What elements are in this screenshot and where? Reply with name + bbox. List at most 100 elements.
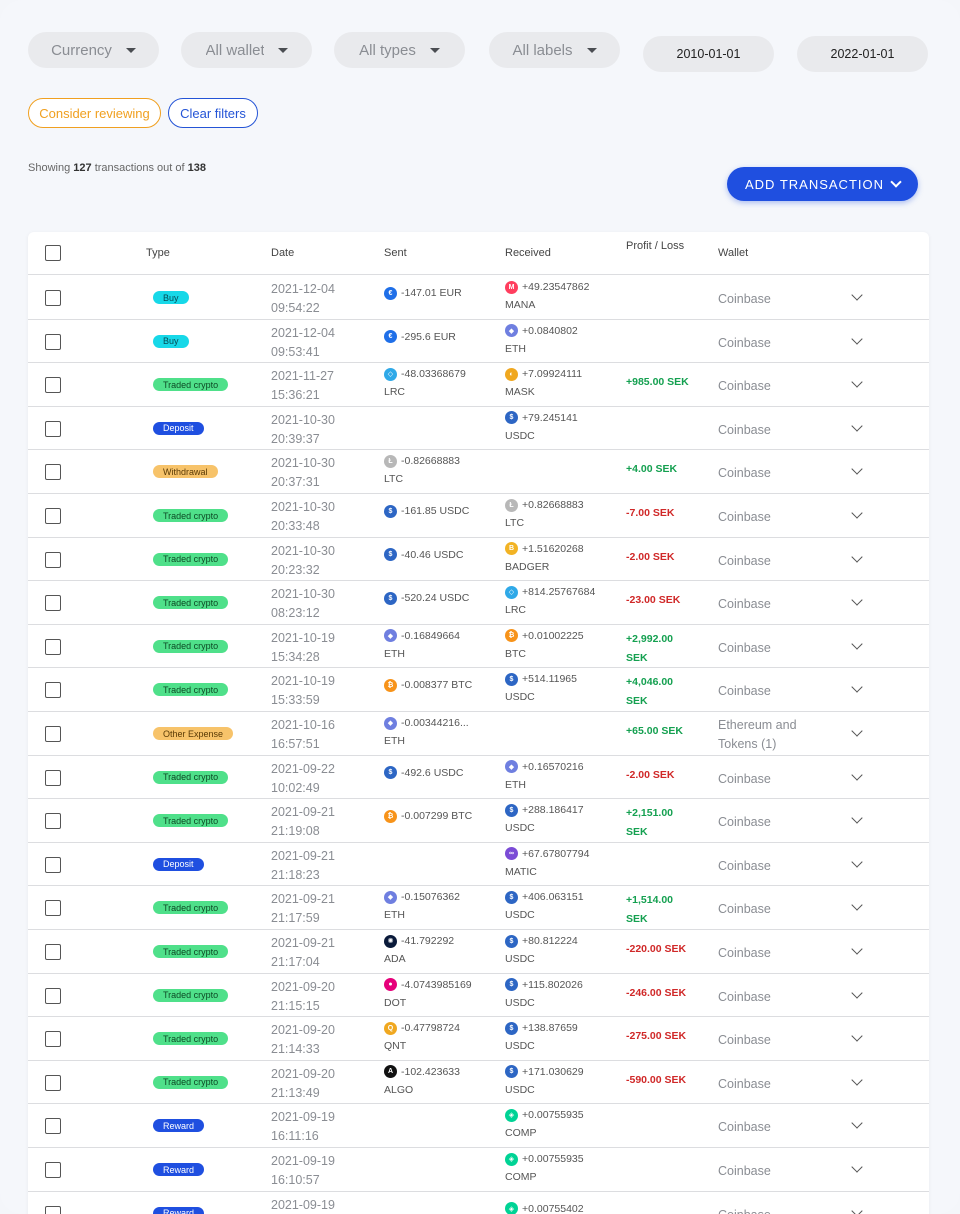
table-row[interactable]: Traded crypto 2021-10-30 08:23:12 $ -520.24 … (28, 581, 929, 625)
row-checkbox[interactable] (45, 856, 61, 873)
row-checkbox[interactable] (45, 595, 61, 612)
date-value: 2021-09-21 (271, 936, 335, 950)
expand-row-chevron-icon[interactable] (851, 768, 863, 781)
column-profit-loss[interactable]: Profit / Loss (626, 240, 684, 252)
showing-total: 138 (187, 162, 206, 174)
table-row[interactable]: Traded crypto 2021-09-21 21:17:04 ✺ -41.7922… (28, 930, 929, 974)
table-row[interactable]: Deposit 2021-10-30 20:39:37 $ +79.245141 USDC… (28, 407, 929, 451)
received-symbol: USDC (505, 1040, 535, 1053)
table-row[interactable]: Buy 2021-12-04 09:53:41 € -295.6 EUR ◆ +0.0840… (28, 320, 929, 364)
row-checkbox[interactable] (45, 1162, 61, 1178)
expand-row-chevron-icon[interactable] (851, 986, 863, 999)
row-checkbox[interactable] (45, 508, 61, 524)
table-row[interactable]: Other Expense 2021-10-16 16:57:51 ◆ -0.00344… (28, 712, 929, 756)
expand-row-chevron-icon[interactable] (851, 332, 863, 345)
expand-row-chevron-icon[interactable] (851, 856, 863, 868)
expand-row-chevron-icon[interactable] (851, 1074, 863, 1086)
profit-loss-unit: SEK (626, 651, 648, 664)
type-filter[interactable]: All types (334, 32, 465, 68)
received-symbol: COMP (505, 1171, 537, 1183)
table-row[interactable]: Traded crypto 2021-09-20 21:15:15 ● -4.07439… (28, 974, 929, 1018)
eth-icon: ◆ (505, 324, 518, 338)
expand-row-chevron-icon[interactable] (851, 594, 863, 606)
type-badge: Traded crypto (153, 509, 229, 522)
expand-row-chevron-icon[interactable] (851, 376, 863, 388)
date-from-field[interactable]: 2010-01-01 (643, 36, 774, 72)
column-date[interactable]: Date (271, 247, 294, 259)
date-value: 2021-09-21 (271, 805, 335, 820)
add-transaction-button[interactable]: ADD TRANSACTION (727, 167, 918, 201)
table-row[interactable]: Traded crypto 2021-11-27 15:36:21 ◇ -48.0336… (28, 363, 929, 407)
row-checkbox[interactable] (45, 1031, 61, 1048)
expand-row-chevron-icon[interactable] (851, 1117, 863, 1130)
expand-row-chevron-icon[interactable] (851, 812, 863, 824)
table-row[interactable]: Traded crypto 2021-09-22 10:02:49 $ -492.6 U… (28, 756, 929, 800)
row-checkbox[interactable] (45, 944, 61, 960)
row-checkbox[interactable] (45, 1205, 61, 1214)
row-checkbox[interactable] (45, 464, 61, 481)
table-row[interactable]: Traded crypto 2021-09-20 21:13:49 A -102.423… (28, 1061, 929, 1105)
row-checkbox[interactable] (45, 290, 61, 306)
transaction-date: 2021-09-21 21:17:04 (271, 934, 335, 972)
expand-row-chevron-icon[interactable] (851, 420, 863, 432)
table-row[interactable]: Reward 2021-09-19 16:11:16 ◈ +0.00755935 COMP… (28, 1104, 929, 1148)
currency-filter[interactable]: Currency (28, 32, 159, 68)
row-checkbox[interactable] (45, 900, 61, 917)
row-checkbox[interactable] (45, 987, 61, 1004)
expand-row-chevron-icon[interactable] (851, 943, 863, 955)
expand-row-chevron-icon[interactable] (851, 681, 863, 694)
sent-amount: ₿ -0.008377 BTC (384, 671, 502, 693)
expand-row-chevron-icon[interactable] (851, 550, 863, 563)
table-row[interactable]: Reward 2021-09-19 ◈ +0.00755402 Coinbase (28, 1192, 929, 1214)
expand-row-chevron-icon[interactable] (851, 1204, 863, 1214)
row-checkbox[interactable] (45, 551, 61, 568)
consider-reviewing-button[interactable]: Consider reviewing (28, 98, 161, 128)
column-sent[interactable]: Sent (384, 247, 407, 259)
row-checkbox[interactable] (45, 726, 61, 742)
time-value: 16:11:16 (271, 1129, 319, 1144)
expand-row-chevron-icon[interactable] (851, 1030, 863, 1042)
expand-row-chevron-icon[interactable] (851, 1161, 863, 1173)
column-wallet[interactable]: Wallet (718, 247, 748, 259)
table-row[interactable]: Traded crypto 2021-10-30 20:33:48 $ -161.85 … (28, 494, 929, 538)
column-received[interactable]: Received (505, 247, 551, 259)
select-all-checkbox[interactable] (45, 245, 61, 261)
wallet-line-1: Coinbase (718, 684, 771, 699)
table-row[interactable]: Traded crypto 2021-09-20 21:14:33 Q -0.47798… (28, 1017, 929, 1061)
expand-row-chevron-icon[interactable] (851, 725, 863, 737)
wallet-name: Coinbase (718, 857, 771, 876)
time-value: 15:36:21 (271, 388, 320, 403)
wallet-name: Ethereum and Tokens (1) (718, 716, 797, 754)
table-row[interactable]: Traded crypto 2021-10-30 20:23:32 $ -40.46 U… (28, 538, 929, 582)
row-checkbox[interactable] (45, 377, 61, 394)
expand-row-chevron-icon[interactable] (851, 289, 863, 301)
date-to-field[interactable]: 2022-01-01 (797, 36, 928, 72)
expand-row-chevron-icon[interactable] (851, 899, 863, 912)
table-row[interactable]: Traded crypto 2021-10-19 15:34:28 ◆ -0.16849… (28, 625, 929, 669)
table-row[interactable]: Deposit 2021-09-21 21:18:23 ∞ +67.67807794 MA… (28, 843, 929, 887)
received-amount: $ +138.87659 USDC (505, 1020, 623, 1052)
table-row[interactable]: Traded crypto 2021-10-19 15:33:59 ₿ -0.00837… (28, 668, 929, 712)
wallet-filter[interactable]: All wallets (181, 32, 312, 68)
caret-down-icon (586, 47, 597, 53)
row-checkbox[interactable] (45, 420, 61, 437)
table-row[interactable]: Buy 2021-12-04 09:54:22 € -147.01 EUR M +49.23… (28, 276, 929, 320)
label-filter[interactable]: All labels (489, 32, 620, 68)
expand-row-chevron-icon[interactable] (851, 638, 863, 650)
row-checkbox[interactable] (45, 813, 61, 830)
column-type[interactable]: Type (146, 247, 170, 259)
table-row[interactable]: Traded crypto 2021-09-21 21:17:59 ◆ -0.15076… (28, 886, 929, 930)
row-checkbox[interactable] (45, 682, 61, 699)
table-row[interactable]: Traded crypto 2021-09-21 21:19:08 ₿ -0.00729… (28, 799, 929, 843)
add-transaction-label: ADD TRANSACTION (745, 176, 884, 192)
row-checkbox[interactable] (45, 1118, 61, 1135)
row-checkbox[interactable] (45, 333, 61, 350)
expand-row-chevron-icon[interactable] (851, 463, 863, 476)
table-row[interactable]: Withdrawal 2021-10-30 20:37:31 Ł -0.82668883… (28, 450, 929, 494)
row-checkbox[interactable] (45, 638, 61, 655)
row-checkbox[interactable] (45, 769, 61, 786)
table-row[interactable]: Reward 2021-09-19 16:10:57 ◈ +0.00755935 COMP… (28, 1148, 929, 1192)
row-checkbox[interactable] (45, 1074, 61, 1091)
clear-filters-button[interactable]: Clear filters (168, 98, 258, 128)
expand-row-chevron-icon[interactable] (851, 507, 863, 519)
